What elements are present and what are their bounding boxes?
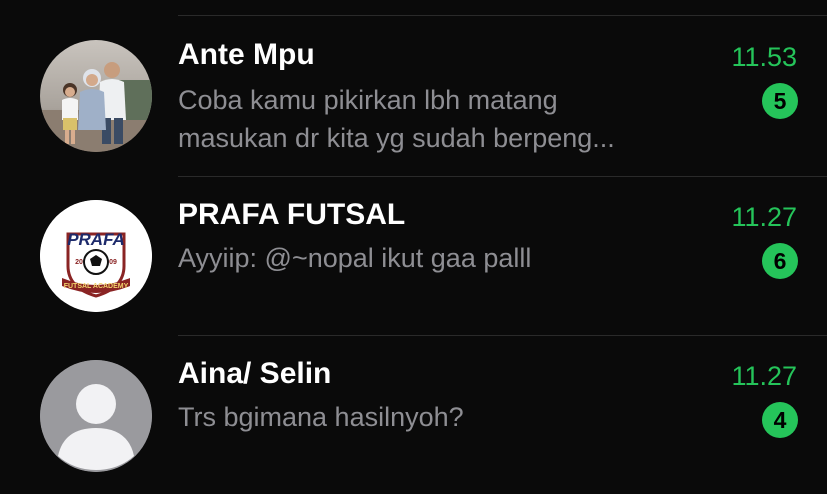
chat-name: PRAFA FUTSAL bbox=[178, 198, 406, 231]
logo-year-left: 20 bbox=[75, 259, 83, 266]
chat-list: Ante Mpu Coba kamu pikirkan lbh matang m… bbox=[0, 0, 827, 494]
default-person-avatar bbox=[40, 360, 152, 472]
family-photo-avatar bbox=[40, 40, 152, 152]
chat-row-ante-mpu[interactable]: Ante Mpu Coba kamu pikirkan lbh matang m… bbox=[0, 0, 827, 177]
chat-time: 11.53 bbox=[731, 42, 797, 72]
logo-year-right: 09 bbox=[109, 259, 117, 266]
logo-title: PRAFA bbox=[67, 230, 125, 249]
chat-preview-line: masukan dr kita yg sudah berpeng... bbox=[178, 123, 615, 153]
logo-banner: FUTSAL ACADEMY bbox=[64, 283, 129, 290]
unread-badge: 6 bbox=[762, 243, 798, 279]
chat-preview-line: Trs bgimana hasilnyoh? bbox=[178, 402, 464, 432]
chat-preview: Ayyiip: @~nopal ikut gaa palll bbox=[178, 239, 708, 277]
unread-badge: 4 bbox=[762, 402, 798, 438]
chat-name: Ante Mpu bbox=[178, 38, 315, 71]
futsal-academy-logo: PRAFA 20 09 FUTSAL ACADEMY bbox=[40, 200, 152, 312]
unread-badge: 5 bbox=[762, 83, 798, 119]
chat-preview-line: Coba kamu pikirkan lbh matang bbox=[178, 85, 558, 115]
chat-row-aina-selin[interactable]: Aina/ Selin Trs bgimana hasilnyoh? 11.27… bbox=[0, 336, 827, 494]
chat-time: 11.27 bbox=[731, 202, 797, 232]
chat-preview: Trs bgimana hasilnyoh? bbox=[178, 398, 708, 436]
chat-row-prafa-futsal[interactable]: PRAFA 20 09 FUTSAL ACADEMY PRAFA FUTSAL … bbox=[0, 177, 827, 336]
chat-name: Aina/ Selin bbox=[178, 357, 332, 390]
chat-preview: Coba kamu pikirkan lbh matang masukan dr… bbox=[178, 81, 708, 157]
chat-preview-line: Ayyiip: @~nopal ikut gaa palll bbox=[178, 243, 532, 273]
chat-time: 11.27 bbox=[731, 361, 797, 391]
